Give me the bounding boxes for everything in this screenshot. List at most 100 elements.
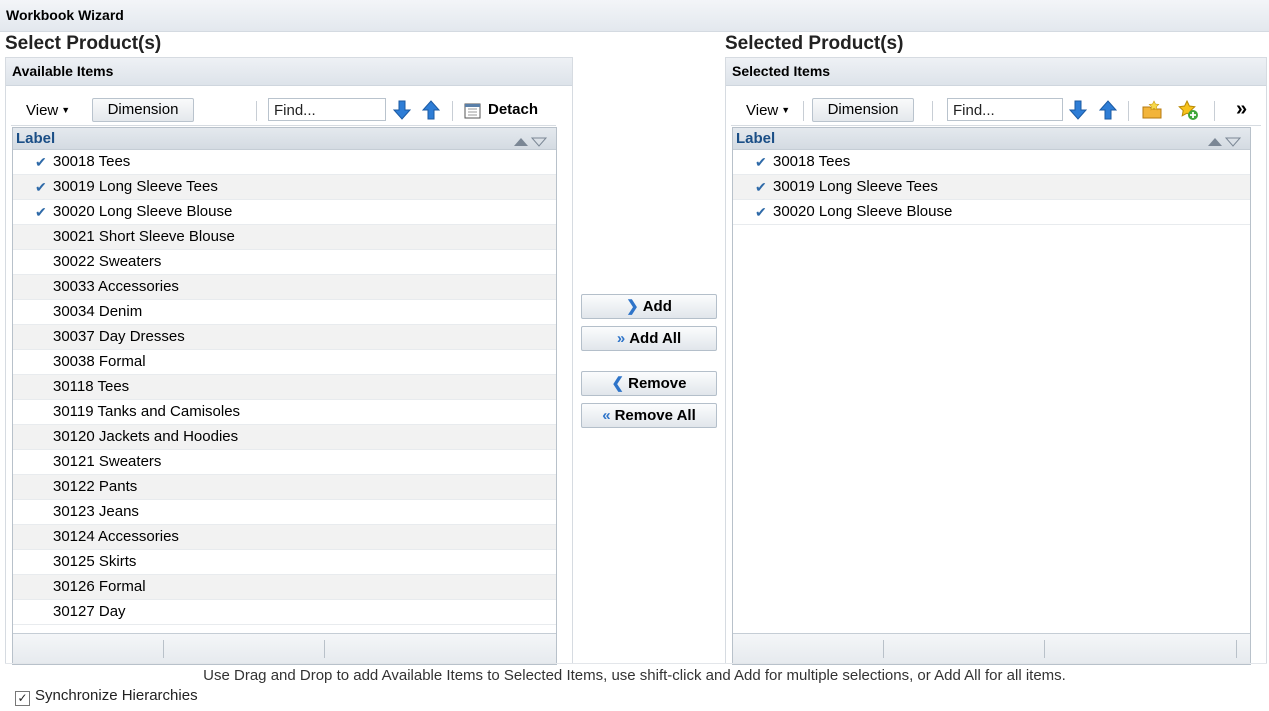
list-item[interactable]: 30037 Day Dresses <box>13 325 556 350</box>
toolbar-divider <box>932 101 933 121</box>
list-item[interactable]: 30120 Jackets and Hoodies <box>13 425 556 450</box>
detach-icon[interactable] <box>463 100 483 120</box>
instruction-text: Use Drag and Drop to add Available Items… <box>203 667 1066 684</box>
selected-toolbar: View ▼ Dimension Find... » <box>731 95 1261 126</box>
toolbar-divider <box>1128 101 1129 121</box>
grid-footer <box>13 633 556 664</box>
remove-all-button[interactable]: «Remove All <box>581 403 717 428</box>
list-item-label: 30127 Day <box>53 603 126 620</box>
checkmark-icon: ✔ <box>755 179 767 195</box>
list-item[interactable]: ✔ 30018 Tees <box>733 150 1250 175</box>
list-item-label: 30018 Tees <box>773 153 851 170</box>
list-item-label: 30037 Day Dresses <box>53 328 185 345</box>
chevron-down-icon: ▼ <box>781 105 791 115</box>
chevron-down-icon: ▼ <box>61 105 71 115</box>
add-all-button[interactable]: » Add All <box>581 326 717 351</box>
list-item-label: 30020 Long Sleeve Blouse <box>53 203 233 220</box>
available-items-panel: Available Items View ▼ Dimension Find... … <box>5 57 573 665</box>
list-item[interactable]: 30124 Accessories <box>13 525 556 550</box>
more-overflow-icon[interactable]: » <box>1236 98 1247 121</box>
list-item-label: 30033 Accessories <box>53 278 179 295</box>
dimension-button[interactable]: Dimension <box>92 98 194 122</box>
list-item-label: 30122 Pants <box>53 478 138 495</box>
list-item[interactable]: 30122 Pants <box>13 475 556 500</box>
synchronize-hierarchies-checkbox[interactable]: ✓ Synchronize Hierarchies <box>15 687 198 706</box>
label-column-header[interactable]: Label <box>733 128 1250 150</box>
list-item-label: 30124 Accessories <box>53 528 179 545</box>
add-button[interactable]: ❯ Add <box>581 294 717 319</box>
selected-items-list: ✔ 30018 Tees ✔ 30019 Long Sleeve Tees ✔ 30020… <box>733 150 1250 225</box>
list-item[interactable]: 30119 Tanks and Camisoles <box>13 400 556 425</box>
select-products-title: Select Product(s) <box>5 33 162 54</box>
toolbar-divider <box>256 101 257 121</box>
list-item[interactable]: 30127 Day <box>13 600 556 625</box>
selected-items-header: Selected Items <box>726 58 1266 86</box>
list-item[interactable]: 30033 Accessories <box>13 275 556 300</box>
list-item[interactable]: ✔ 30019 Long Sleeve Tees <box>733 175 1250 200</box>
list-item[interactable]: 30022 Sweaters <box>13 250 556 275</box>
open-folder-star-icon[interactable] <box>1141 99 1163 121</box>
selected-products-title: Selected Product(s) <box>725 33 904 54</box>
list-item-label: 30019 Long Sleeve Tees <box>53 178 218 195</box>
add-favorite-star-icon[interactable] <box>1177 99 1199 121</box>
sort-ascending-descending-icon[interactable] <box>1206 136 1242 148</box>
list-item-label: 30119 Tanks and Camisoles <box>53 403 241 420</box>
available-items-grid: Label ✔ 30018 Tees ✔ 30019 Long Sleeve Tees… <box>12 127 557 665</box>
view-menu[interactable]: View ▼ <box>746 102 790 119</box>
list-item[interactable]: ✔ 30020 Long Sleeve Blouse <box>13 200 556 225</box>
list-item-label: 30126 Formal <box>53 578 146 595</box>
find-next-down-icon[interactable] <box>1067 99 1089 121</box>
title-bar: Workbook Wizard <box>0 0 1269 32</box>
checkmark-icon: ✔ <box>755 204 767 220</box>
list-item[interactable]: 30123 Jeans <box>13 500 556 525</box>
find-next-down-icon[interactable] <box>391 99 413 121</box>
selected-items-grid: Label ✔ 30018 Tees ✔ 30019 Long Sleeve Tees… <box>732 127 1251 665</box>
toolbar-divider <box>452 101 453 121</box>
window-title: Workbook Wizard <box>6 7 124 23</box>
available-toolbar: View ▼ Dimension Find... Detach <box>11 95 556 126</box>
chevron-right-icon: ❯ <box>626 298 639 315</box>
find-input[interactable]: Find... <box>268 98 386 121</box>
list-item[interactable]: ✔ 30020 Long Sleeve Blouse <box>733 200 1250 225</box>
list-item-label: 30034 Denim <box>53 303 143 320</box>
find-previous-up-icon[interactable] <box>1097 99 1119 121</box>
label-column-header[interactable]: Label <box>13 128 556 150</box>
list-item[interactable]: 30126 Formal <box>13 575 556 600</box>
remove-button[interactable]: ❮ Remove <box>581 371 717 396</box>
list-item[interactable]: ✔ 30019 Long Sleeve Tees <box>13 175 556 200</box>
toolbar-divider <box>1214 101 1215 121</box>
list-item-label: 30038 Formal <box>53 353 146 370</box>
double-chevron-right-icon: » <box>616 330 626 347</box>
sort-ascending-descending-icon[interactable] <box>512 136 548 148</box>
view-menu[interactable]: View ▼ <box>26 102 70 119</box>
synchronize-label: Synchronize Hierarchies <box>35 687 198 704</box>
list-item[interactable]: 30118 Tees <box>13 375 556 400</box>
checkbox-checked-icon[interactable]: ✓ <box>15 691 30 706</box>
list-item-label: 30022 Sweaters <box>53 253 162 270</box>
list-item-label: 30020 Long Sleeve Blouse <box>773 203 953 220</box>
checkmark-icon: ✔ <box>35 204 47 220</box>
list-item-label: 30021 Short Sleeve Blouse <box>53 228 235 245</box>
dimension-button[interactable]: Dimension <box>812 98 914 122</box>
list-item-label: 30123 Jeans <box>53 503 139 520</box>
list-item[interactable]: 30121 Sweaters <box>13 450 556 475</box>
list-item[interactable]: 30038 Formal <box>13 350 556 375</box>
list-item[interactable]: 30125 Skirts <box>13 550 556 575</box>
list-item-label: 30019 Long Sleeve Tees <box>773 178 938 195</box>
list-item-label: 30125 Skirts <box>53 553 137 570</box>
divider <box>5 663 1267 664</box>
checkmark-icon: ✔ <box>35 154 47 170</box>
list-item[interactable]: 30034 Denim <box>13 300 556 325</box>
list-item[interactable]: ✔ 30018 Tees <box>13 150 556 175</box>
selected-items-panel: Selected Items View ▼ Dimension Find... »… <box>725 57 1267 665</box>
list-item-label: 30120 Jackets and Hoodies <box>53 428 239 445</box>
toolbar-divider <box>803 101 804 121</box>
list-item-label: 30018 Tees <box>53 153 131 170</box>
find-input[interactable]: Find... <box>947 98 1063 121</box>
available-items-list: ✔ 30018 Tees ✔ 30019 Long Sleeve Tees ✔ 30020… <box>13 150 556 625</box>
list-item[interactable]: 30021 Short Sleeve Blouse <box>13 225 556 250</box>
find-previous-up-icon[interactable] <box>420 99 442 121</box>
detach-button[interactable]: Detach <box>488 101 538 118</box>
list-item-label: 30121 Sweaters <box>53 453 162 470</box>
chevron-left-icon: ❮ <box>611 375 625 392</box>
